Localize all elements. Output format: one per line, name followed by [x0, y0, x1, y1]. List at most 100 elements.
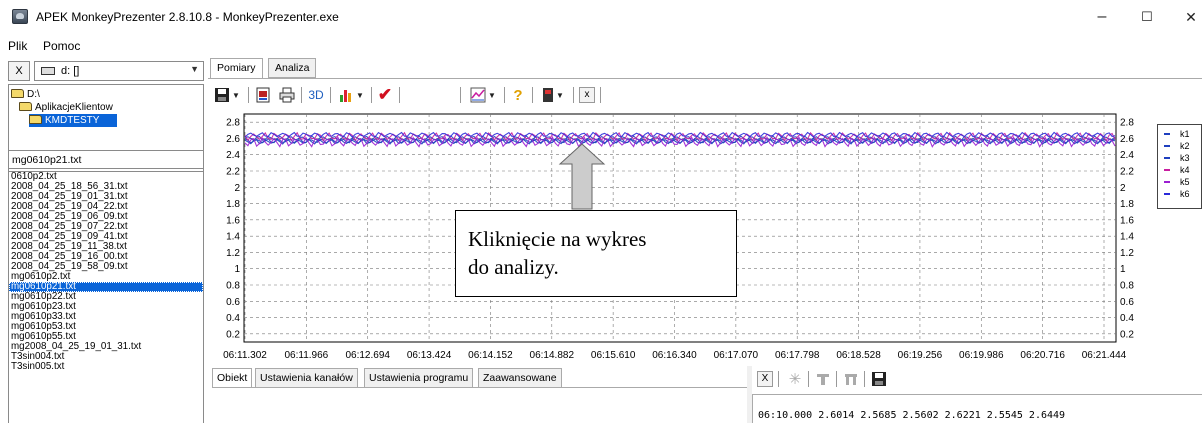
confirm-button[interactable]: ✔ — [374, 84, 396, 106]
legend-swatch — [1164, 169, 1170, 171]
tab-pomiary[interactable]: Pomiary — [210, 58, 263, 79]
chart-type-dropdown-button[interactable]: ▼ — [466, 84, 500, 106]
y-tick-label-right: 0.4 — [1120, 313, 1134, 324]
file-list[interactable]: 0610p2.txt 2008_04_25_18_56_31.txt 2008_04… — [8, 171, 204, 423]
y-tick-label-right: 1.2 — [1120, 248, 1134, 259]
toolbar-separator — [600, 87, 601, 103]
dir-label: D:\ — [27, 89, 40, 100]
filter-button[interactable] — [812, 368, 834, 390]
save-console-button[interactable] — [868, 368, 890, 390]
app-icon — [12, 9, 28, 24]
y-tick-label-left: 0.8 — [226, 281, 240, 292]
close-console-button[interactable]: X — [756, 368, 774, 390]
legend-item: k6 — [1158, 188, 1202, 200]
printer-icon — [279, 87, 295, 103]
annotation-callout: Kliknięcie na wykres do analizy. — [455, 210, 737, 297]
y-tick-label-left: 1.4 — [226, 232, 240, 243]
y-tick-label-right: 0.6 — [1120, 297, 1134, 308]
legend-label: k1 — [1180, 129, 1190, 139]
bar-chart-icon — [340, 90, 352, 102]
toolbar-separator — [371, 87, 372, 103]
drive-select[interactable]: d: [] ▼ — [34, 61, 204, 81]
x-tick-label: 06:12.694 — [345, 350, 390, 361]
console-line: 06:10.000 2.6014 2.5685 2.5602 2.6221 2.… — [758, 410, 1066, 421]
dir-item-root[interactable]: D:\ — [11, 88, 40, 101]
print-button[interactable] — [276, 84, 298, 106]
floppy-icon — [215, 88, 230, 102]
menu-plik[interactable]: Plik — [8, 39, 27, 53]
toolbar-separator — [864, 371, 865, 387]
y-tick-label-right: 0.8 — [1120, 281, 1134, 292]
y-tick-label-left: 2.4 — [226, 150, 240, 161]
filter-icon — [817, 374, 829, 385]
y-tick-label-left: 1.8 — [226, 199, 240, 210]
x-tick-label: 06:11.302 — [223, 350, 267, 361]
3d-button[interactable]: 3D — [304, 84, 328, 106]
toolbar-separator — [504, 87, 505, 103]
minimize-button[interactable]: – — [1087, 6, 1117, 28]
menu-bar: Plik Pomoc — [0, 36, 1202, 56]
channels-dropdown-button[interactable]: ▼ — [334, 84, 368, 106]
help-button[interactable]: ? — [508, 84, 528, 106]
maximize-button[interactable]: ☐ — [1132, 6, 1162, 28]
save-dropdown-button[interactable]: ▼ — [210, 84, 244, 106]
drive-icon — [41, 67, 55, 75]
y-tick-label-right: 2.8 — [1120, 118, 1134, 129]
filter-multi-icon — [845, 374, 857, 385]
x-tick-label: 06:19.256 — [898, 350, 943, 361]
legend-swatch — [1164, 157, 1170, 159]
toolbar-separator — [778, 371, 779, 387]
tab-ustawienia-kanalow[interactable]: Ustawienia kanałów — [255, 368, 358, 388]
y-tick-label-right: 2.4 — [1120, 150, 1134, 161]
dir-label: KMDTESTY — [45, 115, 100, 126]
y-tick-label-left: 2.8 — [226, 118, 240, 129]
drive-row: X d: [] ▼ — [8, 61, 204, 81]
x-tick-label: 06:15.610 — [591, 350, 636, 361]
tab-ustawienia-programu[interactable]: Ustawienia programu — [364, 368, 474, 388]
folder-open-icon — [11, 89, 24, 98]
y-tick-label-right: 1.4 — [1120, 232, 1134, 243]
file-list-item[interactable]: T3sin005.txt — [9, 362, 203, 372]
x-tick-label: 06:16.340 — [652, 350, 697, 361]
x-tick-label: 06:13.424 — [407, 350, 452, 361]
legend-item: k1 — [1158, 128, 1202, 140]
menu-pomoc[interactable]: Pomoc — [43, 39, 80, 53]
toolbar-separator — [460, 87, 461, 103]
tab-obiekt[interactable]: Obiekt — [212, 368, 253, 388]
report-button[interactable] — [252, 84, 274, 106]
x-tick-label: 06:11.966 — [284, 350, 328, 361]
close-chart-button[interactable]: x — [578, 84, 596, 106]
callout-line-1: Kliknięcie na wykres — [468, 227, 647, 251]
dir-item-aplikacjeklientow[interactable]: AplikacjeKlientow — [19, 101, 113, 114]
device-dropdown-button[interactable]: ▼ — [536, 84, 570, 106]
settings-tab-divider — [212, 387, 752, 388]
callout-line-2: do analizy. — [468, 255, 559, 279]
console-output[interactable]: 06:10.000 2.6014 2.5685 2.5602 2.6221 2.… — [752, 394, 1202, 423]
y-tick-label-right: 1 — [1120, 264, 1126, 275]
close-button[interactable]: ✕ — [1176, 6, 1202, 28]
y-tick-label-left: 1.6 — [226, 215, 240, 226]
x-tick-label: 06:19.986 — [959, 350, 1004, 361]
title-bar: APEK MonkeyPrezenter 2.8.10.8 - MonkeyPr… — [0, 0, 1202, 34]
y-tick-label-right: 2.6 — [1120, 134, 1134, 145]
report-icon — [256, 87, 270, 103]
filter-multi-button[interactable] — [840, 368, 862, 390]
toolbar-separator — [399, 87, 400, 103]
clear-button[interactable]: ✳ — [784, 368, 806, 390]
tab-zaawansowane[interactable]: Zaawansowane — [478, 368, 562, 388]
selected-file-field[interactable]: mg0610p21.txt — [8, 150, 204, 169]
toolbar-separator — [836, 371, 837, 387]
tab-analiza[interactable]: Analiza — [268, 58, 317, 78]
toolbar-separator — [248, 87, 249, 103]
y-tick-label-right: 1.6 — [1120, 215, 1134, 226]
legend-label: k2 — [1180, 141, 1190, 151]
close-pane-button[interactable]: X — [8, 61, 30, 81]
y-tick-label-right: 1.8 — [1120, 199, 1134, 210]
legend-label: k3 — [1180, 153, 1190, 163]
y-tick-label-right: 2.2 — [1120, 167, 1134, 178]
x-tick-label: 06:21.444 — [1082, 350, 1127, 361]
dir-item-kmdtesty[interactable]: KMDTESTY — [29, 114, 118, 127]
legend-item: k5 — [1158, 176, 1202, 188]
x-tick-label: 06:14.882 — [530, 350, 575, 361]
folder-open-icon — [29, 115, 42, 124]
